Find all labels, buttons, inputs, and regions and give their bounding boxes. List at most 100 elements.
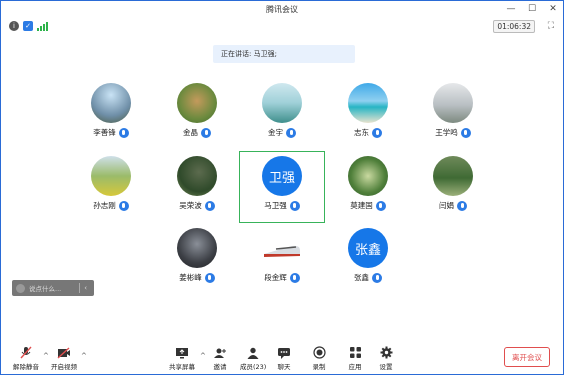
emoji-icon[interactable] — [16, 283, 25, 293]
participant-tile[interactable]: 王学鸣 — [408, 83, 498, 157]
participant-tile[interactable]: 莫建国 — [323, 156, 413, 230]
participant-name: 姜彬峰 — [179, 273, 202, 282]
status-icons: i ✓ — [9, 21, 49, 31]
mic-icon — [457, 200, 467, 211]
meeting-timer: 01:06:32 — [493, 20, 535, 33]
avatar — [91, 83, 131, 123]
participant-name: 莫建国 — [350, 201, 373, 210]
participant-tile[interactable]: 卫强 马卫强 — [237, 156, 327, 230]
avatar — [262, 83, 302, 123]
avatar: 张鑫 — [348, 228, 388, 268]
start-video-button[interactable]: 开启视频 — [51, 346, 77, 371]
participant-name: 闫娟 — [439, 201, 454, 210]
fullscreen-icon[interactable]: ⛶ — [548, 21, 554, 31]
avatar — [91, 156, 131, 196]
mic-muted-icon — [19, 346, 33, 359]
participant-name: 志东 — [354, 128, 369, 137]
speaking-text: 正在讲话: 马卫强; — [221, 50, 277, 58]
mic-icon — [286, 127, 296, 138]
participant-name: 金宇 — [268, 128, 283, 137]
share-screen-button[interactable]: 共享屏幕 — [169, 346, 195, 371]
window-controls: — ☐ ✕ — [505, 3, 559, 15]
mic-icon — [372, 127, 382, 138]
participant-name: 王学鸣 — [435, 128, 458, 137]
mic-icon — [460, 127, 471, 138]
record-button[interactable]: 录制 — [312, 346, 326, 371]
participant-tile[interactable]: 闫娟 — [408, 156, 498, 230]
participant-tile[interactable]: 吴荣波 — [152, 156, 242, 230]
mic-icon — [118, 127, 129, 138]
participant-tile[interactable]: 志东 — [323, 83, 413, 157]
unmute-label: 解除静音 — [13, 363, 39, 371]
shield-icon[interactable]: ✓ — [23, 21, 33, 31]
members-icon — [246, 346, 260, 359]
avatar: 卫强 — [262, 156, 302, 196]
participant-name: 马卫强 — [264, 201, 287, 210]
participant-tile[interactable]: 张鑫 张鑫 — [323, 228, 413, 302]
participant-tile[interactable]: 金宇 — [237, 83, 327, 157]
avatar — [177, 83, 217, 123]
participant-tile[interactable]: 李善锋 — [66, 83, 156, 157]
mic-icon — [204, 272, 215, 283]
video-options-icon[interactable]: ^ — [81, 352, 87, 360]
window-title: 腾讯会议 — [266, 5, 298, 14]
members-label: 成员(23) — [240, 363, 267, 371]
gear-icon — [379, 346, 393, 359]
avatar — [433, 83, 473, 123]
mic-icon — [289, 272, 300, 283]
participant-name: 张鑫 — [354, 273, 369, 282]
invite-icon — [213, 346, 227, 359]
avatar — [262, 228, 302, 268]
participant-name: 吴荣波 — [179, 201, 202, 210]
mic-icon — [372, 272, 382, 283]
invite-label: 邀请 — [213, 363, 227, 371]
info-icon[interactable]: i — [9, 21, 19, 31]
participant-tile[interactable]: 姜彬峰 — [152, 228, 242, 302]
chat-input[interactable]: 说点什么... ‹ — [12, 280, 94, 296]
leave-meeting-button[interactable]: 离开会议 — [504, 347, 550, 367]
participant-tile[interactable]: 段金辉 — [237, 228, 327, 302]
apps-label: 应用 — [348, 363, 362, 371]
apps-button[interactable]: 应用 — [348, 346, 362, 371]
participant-name: 段金辉 — [264, 273, 287, 282]
close-icon[interactable]: ✕ — [547, 3, 559, 15]
settings-button[interactable]: 设置 — [379, 346, 393, 371]
apps-icon — [348, 346, 362, 359]
mic-icon — [289, 200, 300, 211]
collapse-icon[interactable]: ‹ — [84, 284, 87, 292]
participant-tile[interactable]: 金晶 — [152, 83, 242, 157]
meeting-window: 腾讯会议 — ☐ ✕ i ✓ 01:06:32 ⛶ 正在讲话: 马卫强; 李善锋… — [0, 0, 564, 375]
record-label: 录制 — [312, 363, 326, 371]
participant-name: 李善锋 — [93, 128, 116, 137]
settings-label: 设置 — [379, 363, 393, 371]
participant-name: 孙志刚 — [93, 201, 116, 210]
speaking-banner: 正在讲话: 马卫强; — [213, 45, 355, 63]
chat-button[interactable]: 聊天 — [277, 346, 291, 371]
share-screen-icon — [175, 346, 189, 359]
bottom-toolbar: 解除静音 ^ 开启视频 ^ 共享屏幕 ^ 邀请 成员(23) 聊天 录制 应用 … — [1, 342, 563, 374]
participant-tile[interactable]: 孙志刚 — [66, 156, 156, 230]
audio-options-icon[interactable]: ^ — [43, 352, 49, 360]
share-screen-label: 共享屏幕 — [169, 363, 195, 371]
avatar — [433, 156, 473, 196]
signal-icon[interactable] — [37, 21, 49, 31]
divider — [79, 283, 81, 293]
chat-label: 聊天 — [277, 363, 291, 371]
title-bar: 腾讯会议 — ☐ ✕ — [1, 1, 563, 19]
share-options-icon[interactable]: ^ — [200, 352, 206, 360]
record-icon — [312, 346, 326, 359]
mic-icon — [204, 200, 215, 211]
unmute-button[interactable]: 解除静音 — [13, 346, 39, 371]
avatar — [177, 156, 217, 196]
chat-icon — [277, 346, 291, 359]
mic-icon — [375, 200, 386, 211]
avatar — [177, 228, 217, 268]
maximize-icon[interactable]: ☐ — [526, 3, 538, 15]
invite-button[interactable]: 邀请 — [213, 346, 227, 371]
start-video-label: 开启视频 — [51, 363, 77, 371]
participant-name: 金晶 — [183, 128, 198, 137]
mic-icon — [118, 200, 129, 211]
camera-off-icon — [57, 346, 71, 359]
minimize-icon[interactable]: — — [505, 3, 517, 15]
members-button[interactable]: 成员(23) — [240, 346, 266, 371]
